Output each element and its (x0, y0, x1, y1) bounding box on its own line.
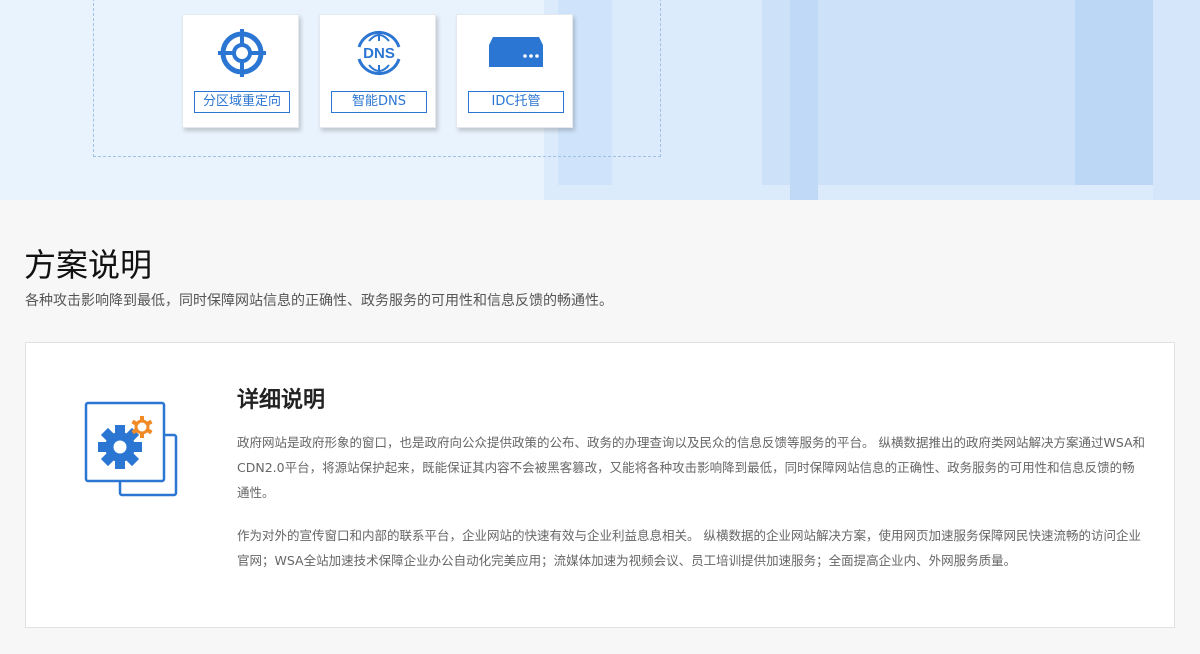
detail-paragraph: 政府网站是政府形象的窗口，也是政府向公众提供政策的公布、政务的办理查询以及民众的… (237, 435, 1146, 500)
section-title: 方案说明 (24, 246, 153, 284)
service-label: 分区域重定向 (194, 91, 290, 113)
detail-title: 详细说明 (237, 388, 326, 413)
banner-decoration (790, 0, 818, 200)
banner-decoration (1153, 0, 1200, 200)
service-card-region-redirect[interactable]: 分区域重定向 (182, 14, 299, 128)
service-label: IDC托管 (468, 91, 564, 113)
server-icon (457, 27, 574, 79)
service-card-smart-dns[interactable]: DNS 智能DNS (319, 14, 436, 128)
detail-paragraph: 作为对外的宣传窗口和内部的联系平台，企业网站的快速有效与企业利益息息相关。 纵横… (237, 528, 1141, 568)
service-label: 智能DNS (331, 91, 427, 113)
section-subtitle: 各种攻击影响降到最低，同时保障网站信息的正确性、政务服务的可用性和信息反馈的畅通… (25, 293, 613, 309)
detail-panel: 详细说明 政府网站是政府形象的窗口，也是政府向公众提供政策的公布、政务的办理查询… (25, 342, 1175, 628)
service-card-idc-hosting[interactable]: IDC托管 (456, 14, 573, 128)
target-icon (183, 27, 300, 79)
gears-icon (84, 401, 184, 501)
dns-icon-text: DNS (363, 45, 395, 62)
dns-globe-icon: DNS (320, 27, 437, 79)
top-banner: 分区域重定向 DNS 智能DNS IDC托管 (0, 0, 1200, 200)
banner-decoration (1075, 0, 1153, 185)
